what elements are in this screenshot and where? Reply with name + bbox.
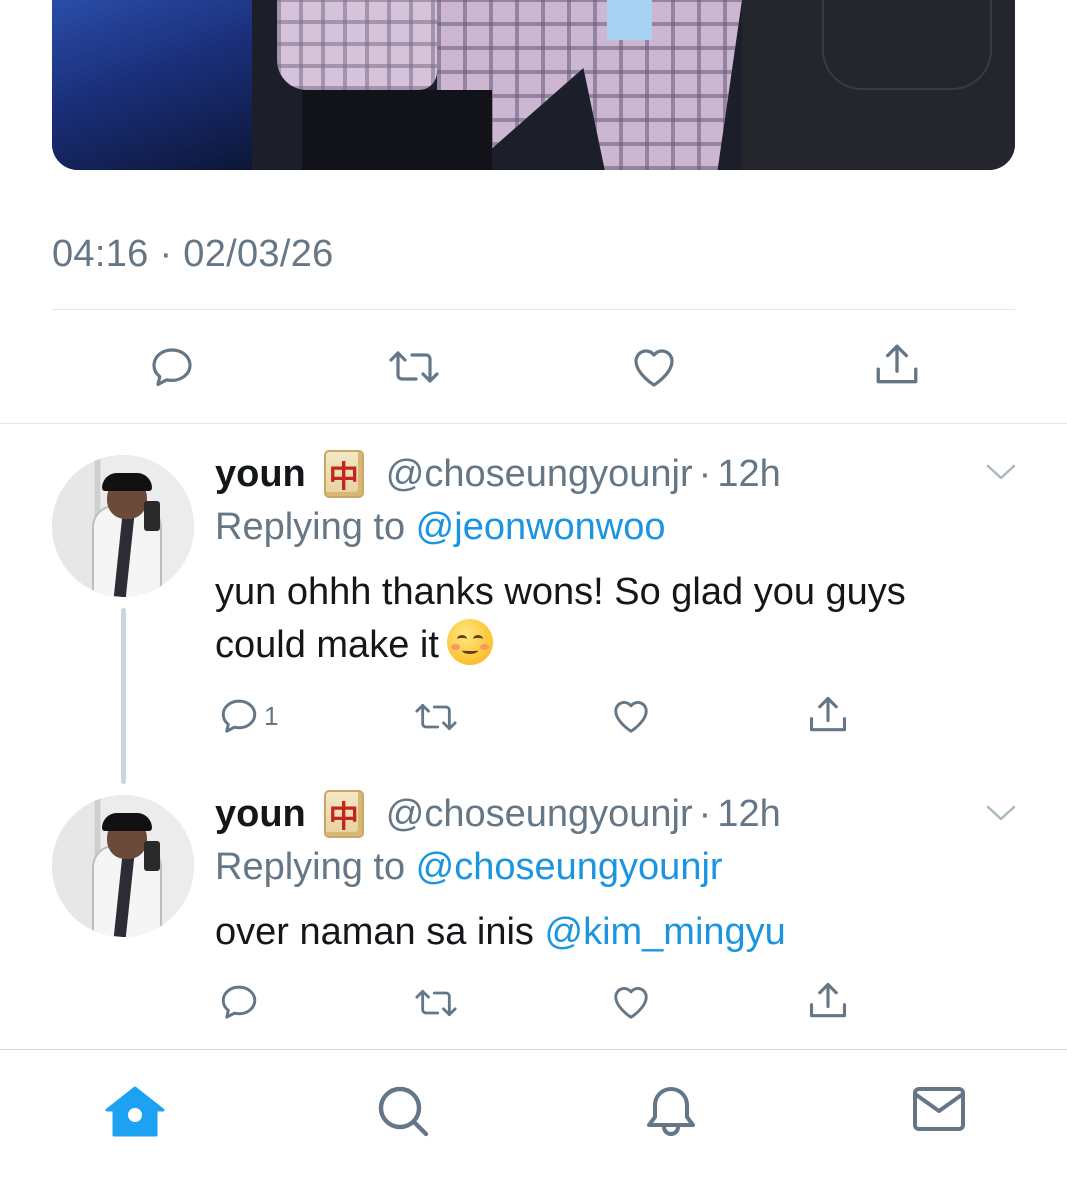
- like-button[interactable]: [609, 695, 653, 737]
- reply-icon: [221, 985, 257, 1019]
- retweet-icon: [389, 351, 439, 383]
- share-icon: [876, 344, 918, 384]
- relieved-face-emoji: [446, 619, 493, 665]
- divider: [52, 309, 1015, 310]
- replying-to-link[interactable]: @jeonwonwoo: [416, 506, 666, 548]
- tweet-text: over naman sa inis @kim_mingyu: [215, 911, 786, 953]
- replying-to-link[interactable]: @choseungyounjr: [416, 846, 723, 888]
- display-name[interactable]: youn: [215, 453, 306, 496]
- divider: [0, 423, 1067, 424]
- chevron-down-icon[interactable]: [984, 801, 1018, 825]
- share-icon: [809, 982, 847, 1018]
- mention-link[interactable]: @kim_mingyu: [545, 911, 786, 953]
- tweet-time: 12h: [717, 792, 781, 835]
- heart-icon: [614, 987, 648, 1019]
- mahjong-badge: 中: [323, 790, 364, 838]
- replying-to: Replying to @choseungyounjr: [215, 846, 723, 889]
- tweet-header: youn 中 @choseungyounjr · 12h: [215, 790, 781, 838]
- heart-icon: [614, 701, 648, 733]
- reply-icon: [152, 348, 192, 386]
- tab-home[interactable]: [104, 1084, 166, 1143]
- retweet-icon: [415, 703, 457, 731]
- reply-button[interactable]: 1: [218, 695, 278, 737]
- share-button[interactable]: [806, 693, 850, 737]
- replying-label: Replying to: [215, 846, 416, 888]
- chevron-down-icon[interactable]: [984, 460, 1018, 484]
- tweet-time: 12h: [717, 452, 781, 495]
- separator: ·: [698, 452, 712, 495]
- retweet-button[interactable]: [412, 697, 460, 737]
- mail-icon: [913, 1087, 965, 1131]
- search-icon: [378, 1086, 429, 1137]
- avatar[interactable]: [52, 795, 194, 937]
- tab-search[interactable]: [375, 1084, 431, 1143]
- retweet-button[interactable]: [386, 343, 442, 391]
- bell-icon: [647, 1087, 695, 1136]
- share-button[interactable]: [872, 340, 922, 390]
- reply-icon: [221, 699, 257, 733]
- retweet-button[interactable]: [412, 983, 460, 1023]
- reply-button[interactable]: [148, 343, 196, 391]
- heart-icon: [634, 349, 674, 387]
- tab-notifications[interactable]: [644, 1084, 698, 1143]
- user-handle[interactable]: @choseungyounjr: [386, 793, 693, 836]
- tweet-timestamp: 04:16 · 02/03/26: [52, 233, 334, 275]
- tweet-text: yun ohhh thanks wons! So glad you guys c…: [215, 571, 906, 666]
- reply-count: 1: [264, 700, 279, 731]
- mahjong-badge: 中: [323, 450, 364, 498]
- retweet-icon: [415, 989, 457, 1017]
- replying-to: Replying to @jeonwonwoo: [215, 506, 666, 549]
- like-button[interactable]: [628, 343, 680, 391]
- user-handle[interactable]: @choseungyounjr: [386, 453, 693, 496]
- share-button[interactable]: [806, 979, 850, 1023]
- separator: ·: [698, 792, 712, 835]
- share-icon: [809, 696, 847, 732]
- avatar[interactable]: [52, 455, 194, 597]
- like-button[interactable]: [609, 981, 653, 1023]
- home-icon: [105, 1086, 165, 1137]
- display-name[interactable]: youn: [215, 793, 306, 836]
- reply-button[interactable]: [218, 981, 260, 1023]
- tweet-media-image[interactable]: [52, 0, 1015, 170]
- tab-messages[interactable]: [912, 1084, 966, 1139]
- replying-label: Replying to: [215, 506, 416, 548]
- tweet-header: youn 中 @choseungyounjr · 12h: [215, 450, 781, 498]
- thread-line: [121, 608, 126, 784]
